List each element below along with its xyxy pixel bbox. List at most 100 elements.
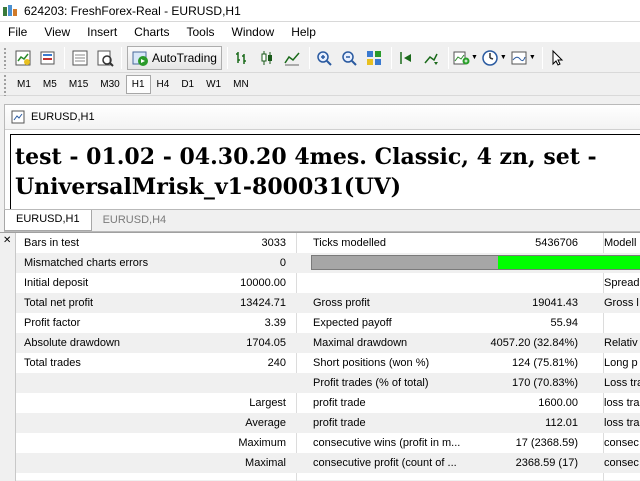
indicators-icon (453, 51, 470, 64)
new-chart-icon[interactable] (11, 46, 34, 69)
table-cell: 19041.43 (532, 297, 578, 309)
timeframe-m1[interactable]: M1 (11, 75, 37, 95)
toolbar-separator (447, 46, 449, 69)
toolbar-separator (121, 46, 122, 69)
timeframe-m5[interactable]: M5 (37, 75, 63, 95)
timeframe-d1[interactable]: D1 (175, 75, 200, 95)
bar-chart-icon[interactable] (231, 46, 254, 69)
line-chart-icon[interactable] (281, 46, 304, 69)
templates-icon (511, 51, 527, 64)
chart-shift-icon[interactable] (395, 46, 418, 69)
table-cell: 3.39 (264, 317, 286, 329)
periods-icon (482, 49, 498, 66)
table-cell: 2368.59 (17) (515, 457, 578, 469)
market-watch-icon[interactable] (68, 46, 91, 69)
menu-file[interactable]: File (0, 25, 36, 39)
table-row: Absolute drawdown 1704.05 Maximal drawdown… (16, 333, 640, 353)
table-cell: 55.94 (550, 317, 578, 329)
tile-windows-icon[interactable] (363, 46, 386, 69)
timeframe-m15[interactable]: M15 (63, 75, 94, 95)
autoscroll-icon[interactable] (420, 46, 443, 69)
table-row: Profit factor 3.39 Expected payoff 55.94 (16, 313, 640, 333)
toolbar-separator (308, 46, 310, 69)
cursor-icon[interactable] (546, 46, 569, 69)
autotrading-icon (132, 51, 148, 66)
table-cell: Largest (249, 397, 286, 409)
menu-charts[interactable]: Charts (126, 25, 178, 39)
table-row: Total net profit 13424.71 Gross profit 1904… (16, 293, 640, 313)
chart-window-title: EURUSD,H1 (31, 111, 95, 123)
table-row: Bars in test 3033 Ticks modelled 5436706 Mod… (16, 233, 640, 253)
menu-view[interactable]: View (36, 25, 79, 39)
navigator-icon[interactable] (93, 46, 116, 69)
table-cell: loss tra (604, 417, 640, 429)
toolbar-separator (390, 46, 392, 69)
table-cell: 5436706 (535, 237, 578, 249)
table-cell: consec (604, 457, 639, 469)
chart-window-icon (11, 110, 25, 124)
metatrader-app-icon (3, 4, 19, 18)
timeframe-w1[interactable]: W1 (200, 75, 227, 95)
table-cell: 1704.05 (246, 337, 286, 349)
modelling-quality-bar (311, 255, 640, 270)
zoom-out-icon[interactable] (338, 46, 361, 69)
toolbar-separator (226, 46, 228, 69)
timeframe-h4[interactable]: H4 (151, 75, 176, 95)
quality-bar-green-segment (498, 256, 640, 269)
panel-close-strip: ✕ (0, 233, 16, 481)
chevron-down-icon: ▼ (499, 54, 507, 61)
standard-toolbar: AutoTrading ▼ ▼ ▼ (0, 43, 640, 73)
menu-bar: File View Insert Charts Tools Window Hel… (0, 22, 640, 42)
table-cell: 1600.00 (538, 397, 578, 409)
tab-eurusd-h4[interactable]: EURUSD,H4 (92, 211, 178, 231)
menu-help[interactable]: Help (283, 25, 325, 39)
table-row: Initial deposit 10000.00 Spread (16, 273, 640, 293)
candlestick-icon[interactable] (256, 46, 279, 69)
table-cell: 10000.00 (240, 277, 286, 289)
table-cell: Average (245, 417, 286, 429)
menu-tools[interactable]: Tools (179, 25, 224, 39)
table-cell: Modell (604, 237, 637, 249)
tester-report-panel: ✕ Bars in test 3033 Ticks modelled 5436706 M… (0, 232, 640, 481)
toolbar-separator (64, 46, 65, 69)
chart-window-header[interactable]: EURUSD,H1 (5, 105, 640, 130)
tab-eurusd-h1[interactable]: EURUSD,H1 (4, 210, 92, 231)
menu-insert[interactable]: Insert (79, 25, 126, 39)
templates-dropdown[interactable]: ▼ (510, 49, 536, 67)
table-cell: Relativ (604, 337, 638, 349)
chevron-down-icon: ▼ (528, 54, 536, 61)
autotrading-label: AutoTrading (152, 50, 217, 65)
zoom-in-icon[interactable] (313, 46, 336, 69)
table-cell: 170 (70.83%) (511, 377, 578, 389)
report-title: test - 01.02 - 04.30.20 4mes. Classic, 4… (15, 144, 597, 200)
menu-window[interactable]: Window (224, 25, 284, 39)
profiles-icon[interactable] (36, 46, 59, 69)
table-row: Largest profit trade 1600.00 loss tra (16, 393, 640, 413)
table-cell: Maximal (245, 457, 286, 469)
indicators-dropdown[interactable]: ▼ (452, 49, 478, 67)
table-cell: 17 (2368.59) (515, 437, 578, 449)
table-cell: 0 (279, 257, 286, 269)
timeframe-m30[interactable]: M30 (94, 75, 125, 95)
table-cell: 4057.20 (32.84%) (490, 337, 578, 349)
toolbar-grip[interactable] (3, 73, 7, 96)
timeframe-mn[interactable]: MN (227, 75, 255, 95)
table-row: Total trades 240 Short positions (won %) 12… (16, 353, 640, 373)
chart-tabs: EURUSD,H1 EURUSD,H4 (4, 209, 640, 231)
timeframe-h1[interactable]: H1 (125, 75, 151, 94)
table-cell: Long p (604, 357, 638, 369)
table-cell: Spread (604, 277, 640, 289)
table-cell: Maximum (238, 437, 286, 449)
title-bar: 624203: FreshForex-Real - EURUSD,H1 (0, 0, 640, 22)
table-cell: 13424.71 (240, 297, 286, 309)
periods-dropdown[interactable]: ▼ (481, 49, 507, 67)
table-cell: 112.01 (545, 417, 578, 429)
window-title: 624203: FreshForex-Real - EURUSD,H1 (24, 3, 241, 18)
toolbar-grip[interactable] (3, 46, 7, 69)
table-cell: 3033 (261, 237, 286, 249)
autotrading-button[interactable]: AutoTrading (127, 45, 222, 70)
table-row: Maximum consecutive wins (profit in m... 1… (16, 433, 640, 453)
table-cell: Gross l (604, 297, 639, 309)
close-icon[interactable]: ✕ (3, 235, 11, 246)
table-cell: 124 (75.81%) (511, 357, 578, 369)
